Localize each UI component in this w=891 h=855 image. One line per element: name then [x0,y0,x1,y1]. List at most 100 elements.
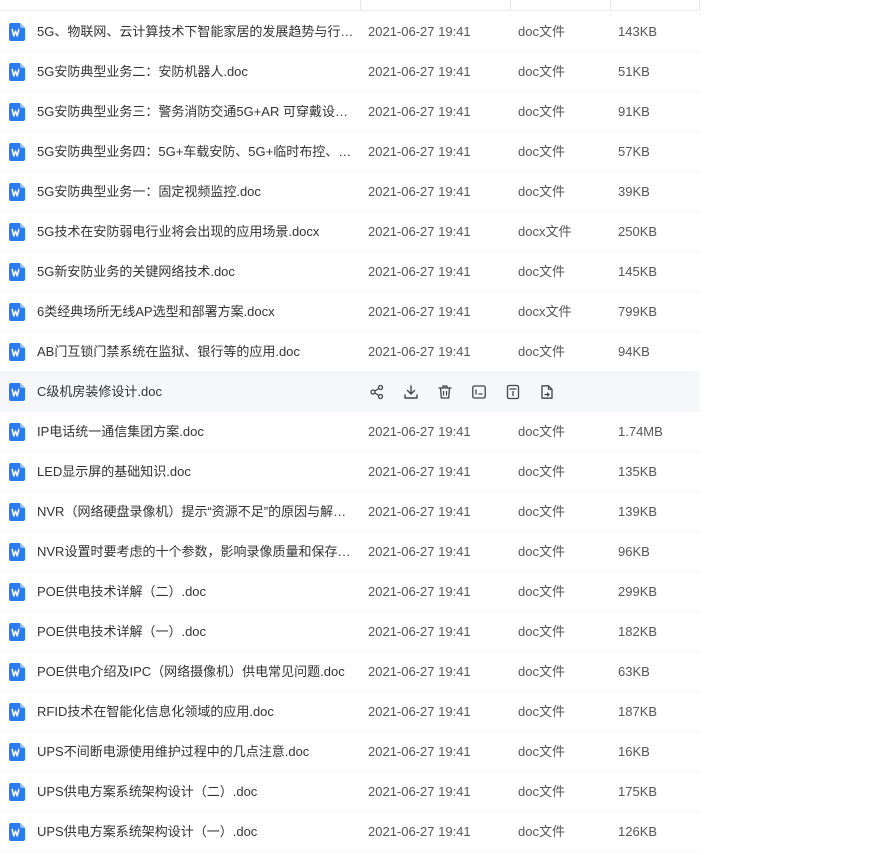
file-name[interactable]: UPS供电方案系统架构设计（一）.doc [37,812,355,852]
file-row[interactable]: 5G安防典型业务四：5G+车载安防、5G+临时布控、5G... 2021-06-2… [0,132,700,172]
word-doc-icon [9,63,25,81]
file-type: doc文件 [518,104,565,119]
file-size: 145KB [618,264,658,279]
list-header [0,0,700,11]
file-name[interactable]: 5G、物联网、云计算技术下智能家居的发展趋势与行业分... [37,12,355,52]
file-date: 2021-06-27 19:41 [368,424,471,439]
file-row[interactable]: NVR（网络硬盘录像机）提示“资源不足”的原因与解决... 2021-06-27 … [0,492,700,532]
file-size: 187KB [618,704,658,719]
file-row[interactable]: UPS不间断电源使用维护过程中的几点注意.doc 2021-06-27 19:41… [0,732,700,772]
header-divider [510,0,511,10]
file-name[interactable]: 5G新安防业务的关键网络技术.doc [37,252,355,292]
file-row[interactable]: UPS供电方案系统架构设计（二）.doc 2021-06-27 19:41 doc文… [0,772,700,812]
file-name[interactable]: 5G安防典型业务一：固定视频监控.doc [37,172,355,212]
file-row[interactable]: C级机房装修设计.doc [0,372,700,412]
file-row[interactable]: 5G技术在安防弱电行业将会出现的应用场景.docx 2021-06-27 19:4… [0,212,700,252]
file-date: 2021-06-27 19:41 [368,624,471,639]
word-doc-icon [9,223,25,241]
file-row[interactable]: POE供电技术详解（一）.doc 2021-06-27 19:41 doc文件 182… [0,612,700,652]
file-name[interactable]: NVR（网络硬盘录像机）提示“资源不足”的原因与解决... [37,492,355,532]
header-divider [699,0,700,10]
file-date: 2021-06-27 19:41 [368,464,471,479]
file-name[interactable]: NVR设置时要考虑的十个参数，影响录像质量和保存时间... [37,532,355,572]
word-doc-icon [9,623,25,641]
file-type: doc文件 [518,664,565,679]
file-type: doc文件 [518,24,565,39]
file-row[interactable]: IP电话统一通信集团方案.doc 2021-06-27 19:41 doc文件 1.7… [0,412,700,452]
file-type: doc文件 [518,184,565,199]
file-date: 2021-06-27 19:41 [368,104,471,119]
file-name[interactable]: POE供电技术详解（二）.doc [37,572,355,612]
file-row[interactable]: 5G安防典型业务二：安防机器人.doc 2021-06-27 19:41 doc文件… [0,52,700,92]
copy-link-icon[interactable] [538,383,556,401]
save-to-drive-icon[interactable] [504,383,522,401]
file-size: 135KB [618,464,658,479]
file-size: 1.74MB [618,424,663,439]
file-date: 2021-06-27 19:41 [368,504,471,519]
word-doc-icon [9,23,25,41]
word-doc-icon [9,343,25,361]
row-actions [368,383,556,401]
rename-icon[interactable] [470,383,488,401]
file-type: doc文件 [518,344,565,359]
file-name[interactable]: POE供电介绍及IPC（网络摄像机）供电常见问题.doc [37,652,355,692]
delete-icon[interactable] [436,383,454,401]
file-type: doc文件 [518,584,565,599]
file-type: doc文件 [518,704,565,719]
file-row[interactable]: 5G安防典型业务三：警务消防交通5G+AR 可穿戴设备.d... 2021-06-… [0,92,700,132]
word-doc-icon [9,783,25,801]
word-doc-icon [9,423,25,441]
file-date: 2021-06-27 19:41 [368,144,471,159]
file-type: doc文件 [518,424,565,439]
word-doc-icon [9,743,25,761]
file-name[interactable]: RFID技术在智能化信息化领域的应用.doc [37,692,355,732]
file-row[interactable]: UPS供电方案系统架构设计（一）.doc 2021-06-27 19:41 doc文… [0,812,700,852]
file-name[interactable]: 6类经典场所无线AP选型和部署方案.docx [37,292,355,332]
file-row[interactable]: 5G、物联网、云计算技术下智能家居的发展趋势与行业分... 2021-06-27 … [0,12,700,52]
file-row[interactable]: 6类经典场所无线AP选型和部署方案.docx 2021-06-27 19:41 do… [0,292,700,332]
file-date: 2021-06-27 19:41 [368,24,471,39]
file-size: 63KB [618,664,650,679]
file-date: 2021-06-27 19:41 [368,224,471,239]
file-date: 2021-06-27 19:41 [368,344,471,359]
file-date: 2021-06-27 19:41 [368,704,471,719]
file-name[interactable]: UPS供电方案系统架构设计（二）.doc [37,772,355,812]
file-type: docx文件 [518,224,572,239]
file-size: 94KB [618,344,650,359]
file-type: doc文件 [518,64,565,79]
file-name[interactable]: IP电话统一通信集团方案.doc [37,412,355,452]
file-date: 2021-06-27 19:41 [368,584,471,599]
download-icon[interactable] [402,383,420,401]
file-size: 39KB [618,184,650,199]
file-size: 182KB [618,624,658,639]
file-name[interactable]: 5G技术在安防弱电行业将会出现的应用场景.docx [37,212,355,252]
word-doc-icon [9,503,25,521]
file-row[interactable]: AB门互锁门禁系统在监狱、银行等的应用.doc 2021-06-27 19:41 d… [0,332,700,372]
file-name[interactable]: 5G安防典型业务四：5G+车载安防、5G+临时布控、5G... [37,132,355,172]
file-name[interactable]: 5G安防典型业务二：安防机器人.doc [37,52,355,92]
file-row[interactable]: 5G新安防业务的关键网络技术.doc 2021-06-27 19:41 doc文件 1… [0,252,700,292]
file-row[interactable]: RFID技术在智能化信息化领域的应用.doc 2021-06-27 19:41 do… [0,692,700,732]
file-name[interactable]: C级机房装修设计.doc [37,372,355,412]
file-date: 2021-06-27 19:41 [368,544,471,559]
word-doc-icon [9,143,25,161]
file-name[interactable]: AB门互锁门禁系统在监狱、银行等的应用.doc [37,332,355,372]
file-size: 57KB [618,144,650,159]
file-date: 2021-06-27 19:41 [368,264,471,279]
file-row[interactable]: 5G安防典型业务一：固定视频监控.doc 2021-06-27 19:41 doc文… [0,172,700,212]
file-row[interactable]: NVR设置时要考虑的十个参数，影响录像质量和保存时间... 2021-06-27 … [0,532,700,572]
share-icon[interactable] [368,383,386,401]
file-row[interactable]: LED显示屏的基础知识.doc 2021-06-27 19:41 doc文件 135K… [0,452,700,492]
file-name[interactable]: POE供电技术详解（一）.doc [37,612,355,652]
file-name[interactable]: LED显示屏的基础知识.doc [37,452,355,492]
file-name[interactable]: 5G安防典型业务三：警务消防交通5G+AR 可穿戴设备.d... [37,92,355,132]
file-list: 5G、物联网、云计算技术下智能家居的发展趋势与行业分... 2021-06-27 … [0,12,891,852]
file-row[interactable]: POE供电技术详解（二）.doc 2021-06-27 19:41 doc文件 299… [0,572,700,612]
file-row[interactable]: POE供电介绍及IPC（网络摄像机）供电常见问题.doc 2021-06-27 1… [0,652,700,692]
file-size: 143KB [618,24,658,39]
word-doc-icon [9,383,25,401]
file-type: doc文件 [518,144,565,159]
file-date: 2021-06-27 19:41 [368,64,471,79]
file-type: docx文件 [518,304,572,319]
file-name[interactable]: UPS不间断电源使用维护过程中的几点注意.doc [37,732,355,772]
